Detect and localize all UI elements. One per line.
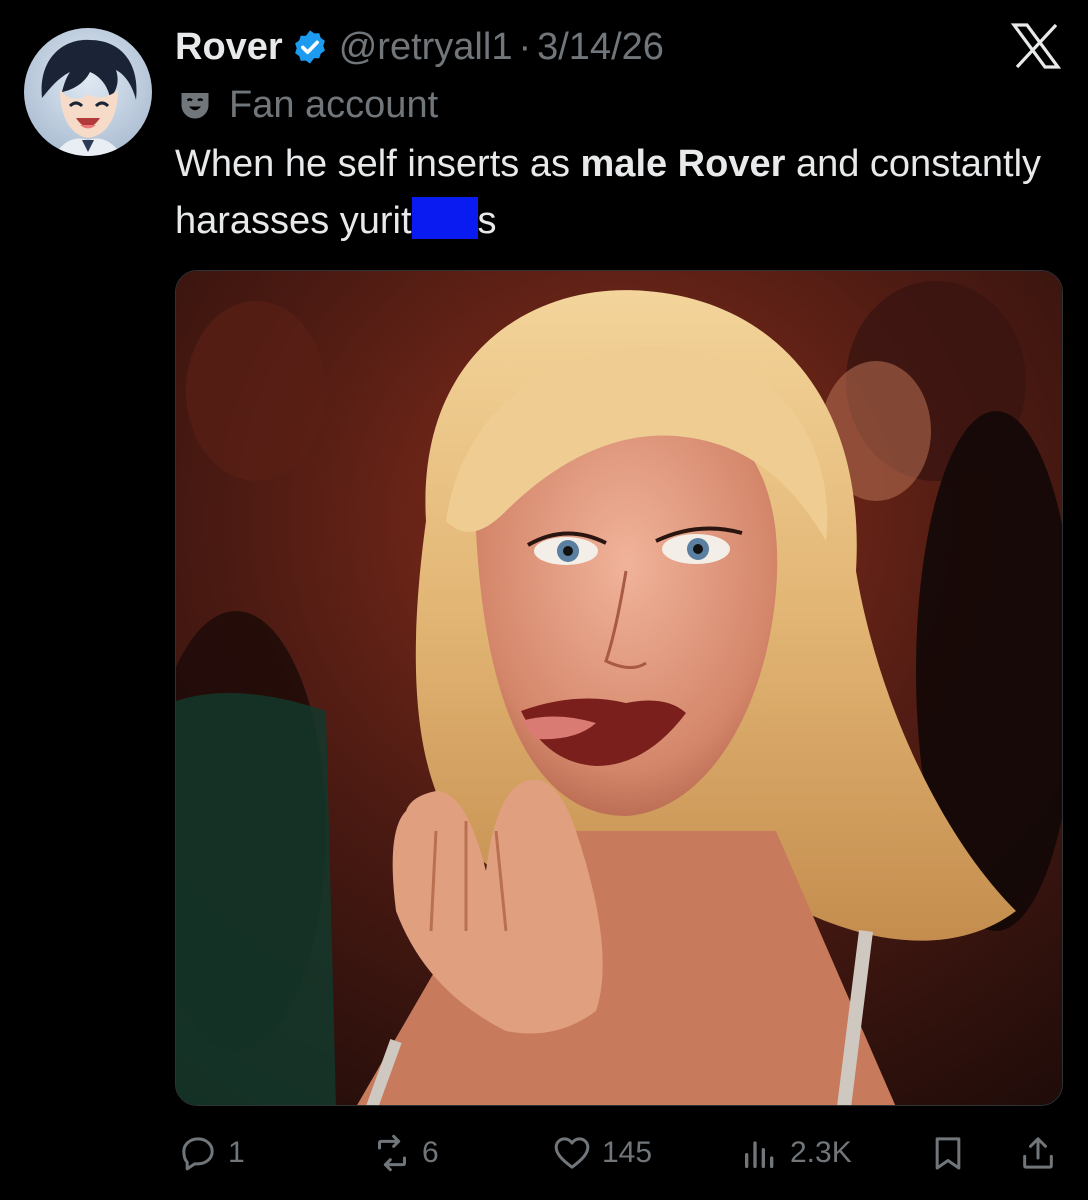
reply-button[interactable]: 1: [178, 1128, 245, 1178]
post-text-part: s: [477, 200, 497, 242]
photo-illustration: [176, 271, 1062, 1105]
view-count: 2.3K: [790, 1136, 852, 1169]
repost-button[interactable]: 6: [372, 1128, 439, 1178]
views-icon: [745, 1141, 774, 1168]
action-bar: 1 6 145 2.3K: [0, 1128, 1088, 1178]
share-button[interactable]: [1018, 1128, 1058, 1178]
post-media-photo[interactable]: [175, 270, 1063, 1106]
like-button[interactable]: 145: [552, 1128, 652, 1178]
post-text-bold: male Rover: [580, 143, 786, 185]
author-avatar[interactable]: [24, 28, 152, 156]
post-text: When he self inserts as male Rover and c…: [175, 136, 1055, 250]
header-separator: ·: [518, 25, 532, 68]
repost-icon: [378, 1134, 406, 1172]
reply-count: 1: [228, 1136, 245, 1169]
post-header: Rover @retryall1 · 3/14/26: [175, 22, 664, 72]
like-count: 145: [602, 1136, 653, 1169]
bookmark-icon: [935, 1137, 961, 1170]
reply-icon: [182, 1137, 214, 1171]
verified-badge-icon: [294, 30, 325, 64]
repost-count: 6: [422, 1136, 439, 1169]
account-label-text: Fan account: [229, 83, 439, 126]
share-icon: [1023, 1137, 1053, 1169]
redaction-block: [411, 197, 478, 239]
account-label: Fan account: [177, 80, 438, 130]
author-display-name[interactable]: Rover: [175, 26, 283, 69]
views-button[interactable]: 2.3K: [740, 1128, 852, 1178]
x-logo-icon: [1010, 23, 1062, 69]
theater-mask-icon: [181, 93, 209, 119]
post-text-part: When he self inserts as: [175, 143, 581, 185]
bookmark-button[interactable]: [928, 1128, 968, 1178]
author-handle[interactable]: @retryall1: [339, 26, 513, 69]
heart-icon: [554, 1137, 590, 1169]
post-date[interactable]: 3/14/26: [537, 26, 664, 69]
avatar-illustration: [41, 39, 137, 156]
